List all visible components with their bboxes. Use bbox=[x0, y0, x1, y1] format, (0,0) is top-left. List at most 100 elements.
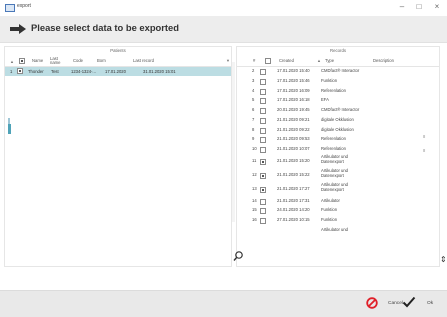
record-type: Artikulator bbox=[321, 197, 340, 203]
arrow-right-icon bbox=[10, 24, 26, 34]
record-created: 21.01.2020 17:31 bbox=[277, 197, 310, 203]
record-number: 2 bbox=[252, 68, 255, 74]
record-row[interactable]: 14 21.01.2020 17:31 Artikulator bbox=[237, 196, 427, 206]
record-row[interactable]: 15 24.01.2020 14:20 Funktion bbox=[237, 206, 427, 216]
records-select-all-checkbox[interactable] bbox=[265, 58, 271, 65]
records-header-row: # Created ▲ Type Description bbox=[237, 55, 439, 67]
record-type: Referenlation bbox=[321, 145, 346, 151]
select-all-checkbox[interactable] bbox=[19, 58, 25, 65]
record-row[interactable]: 5 17.01.2020 16:18 EFA bbox=[237, 96, 427, 106]
column-header-name[interactable]: Name bbox=[32, 58, 43, 63]
record-number: 10 bbox=[252, 145, 257, 151]
record-number: 5 bbox=[252, 97, 255, 103]
sort-asc-icon[interactable]: ▲ bbox=[317, 58, 321, 63]
record-type: CMDfact® Interactor bbox=[321, 107, 360, 113]
record-checkbox[interactable] bbox=[260, 186, 266, 195]
record-number: 7 bbox=[252, 116, 255, 122]
record-type: CMDfact® Interactor bbox=[321, 68, 360, 74]
record-type: Referenlation bbox=[321, 136, 346, 142]
record-checkbox[interactable] bbox=[260, 172, 266, 181]
column-header-created[interactable]: Created bbox=[279, 58, 294, 63]
checkmark-icon[interactable] bbox=[402, 296, 416, 308]
search-icon[interactable] bbox=[233, 251, 243, 262]
column-header-number[interactable]: # bbox=[253, 58, 255, 63]
resize-grip-icon[interactable]: ≡ bbox=[423, 134, 425, 139]
record-created: 27.01.2020 10:15 bbox=[277, 217, 310, 223]
sort-arrow-icon[interactable]: ▲ bbox=[10, 59, 14, 64]
sort-desc-icon[interactable]: ▼ bbox=[226, 58, 230, 63]
patient-code: 1234-1324-... bbox=[71, 69, 96, 74]
record-created: 24.01.2020 14:20 bbox=[277, 207, 310, 213]
record-row[interactable]: Artikulator und bbox=[237, 225, 427, 235]
patient-name: Thonder bbox=[28, 69, 44, 74]
patient-checkbox[interactable] bbox=[17, 68, 23, 75]
record-created: 17.01.2020 15:46 bbox=[277, 78, 310, 84]
ok-button[interactable]: Ok bbox=[427, 301, 433, 306]
record-row[interactable]: 12 21.01.2020 15:22 Artikulator und Datene… bbox=[237, 168, 427, 182]
patient-born: 17.01.2020 bbox=[105, 69, 126, 74]
record-type: Artikulator und Datenexport bbox=[321, 182, 348, 192]
record-number: 15 bbox=[252, 207, 257, 213]
column-header-type[interactable]: Type bbox=[325, 58, 334, 63]
record-type: Artikulator und Datenexport bbox=[321, 154, 348, 164]
record-created: 20.01.2020 19:45 bbox=[277, 107, 310, 113]
records-title: Records bbox=[329, 48, 346, 53]
record-number: 12 bbox=[252, 171, 257, 177]
record-created: 21.01.2020 09:22 bbox=[277, 126, 310, 132]
column-header-last-record[interactable]: Last record bbox=[133, 58, 154, 63]
record-row[interactable]: 3 17.01.2020 15:46 Funktion bbox=[237, 77, 427, 87]
record-created: 21.01.2020 10:07 bbox=[277, 145, 310, 151]
patients-title: Patients bbox=[110, 48, 126, 53]
record-number: 3 bbox=[252, 78, 255, 84]
column-header-code[interactable]: Code bbox=[73, 58, 83, 63]
record-number: 9 bbox=[252, 136, 255, 142]
record-number: 6 bbox=[252, 107, 255, 113]
minimize-button[interactable]: – bbox=[395, 1, 409, 13]
record-created: 21.01.2020 15:22 bbox=[277, 171, 310, 177]
record-checkbox[interactable] bbox=[260, 158, 266, 167]
resize-grip-icon[interactable]: ≡ bbox=[423, 148, 425, 153]
record-row[interactable]: 10 21.01.2020 10:07 Referenlation bbox=[237, 145, 427, 155]
resize-arrows-icon[interactable]: ⇕ bbox=[440, 255, 447, 264]
record-created: 21.01.2020 17:27 bbox=[277, 185, 310, 191]
column-header-last-name[interactable]: Last name bbox=[50, 56, 62, 66]
window-title: export bbox=[17, 3, 31, 9]
record-row[interactable]: 6 20.01.2020 19:45 CMDfact® Interactor bbox=[237, 106, 427, 116]
column-header-description[interactable]: Description bbox=[373, 58, 394, 63]
window-titlebar: export – □ × bbox=[0, 0, 447, 16]
cancel-icon[interactable] bbox=[366, 297, 378, 309]
close-button[interactable]: × bbox=[430, 1, 444, 13]
record-type: Funktion bbox=[321, 78, 338, 84]
record-row[interactable]: 13 21.01.2020 17:27 Artikulator und Datene… bbox=[237, 182, 427, 196]
record-row[interactable]: 9 21.01.2020 09:53 Referenlation bbox=[237, 135, 427, 145]
patient-row[interactable]: 1 Thonder Test 1234-1324-... 17.01.2020 … bbox=[5, 67, 231, 76]
record-type: Artikulator und Datenexport bbox=[321, 168, 348, 178]
records-panel: Records # Created ▲ Type Description 2 17… bbox=[236, 46, 440, 267]
record-row[interactable]: 7 21.01.2020 09:21 digitale Okklusion bbox=[237, 116, 427, 126]
maximize-button[interactable]: □ bbox=[412, 1, 426, 13]
record-created: 21.01.2020 09:53 bbox=[277, 136, 310, 142]
record-row[interactable]: 4 17.01.2020 16:09 Referenlation bbox=[237, 86, 427, 96]
record-type: Funktion bbox=[321, 217, 338, 223]
column-header-born[interactable]: Born bbox=[97, 58, 106, 63]
record-type: EFA bbox=[321, 97, 329, 103]
record-type: digitale Okklusion bbox=[321, 126, 354, 132]
record-row[interactable]: 11 21.01.2020 15:20 Artikulator und Datene… bbox=[237, 154, 427, 168]
record-row[interactable]: 16 27.01.2020 10:15 Funktion bbox=[237, 216, 427, 226]
app-icon bbox=[5, 4, 15, 12]
record-created: 17.01.2020 16:18 bbox=[277, 97, 310, 103]
record-number: 11 bbox=[252, 157, 257, 163]
record-number: 16 bbox=[252, 217, 257, 223]
record-number: 4 bbox=[252, 87, 255, 93]
record-type: digitale Okklusion bbox=[321, 116, 354, 122]
record-created: 21.01.2020 15:20 bbox=[277, 157, 310, 163]
scroll-thumb[interactable] bbox=[8, 124, 11, 134]
record-row[interactable]: 2 17.01.2020 15:40 CMDfact® Interactor bbox=[237, 67, 427, 77]
records-scrollbar[interactable] bbox=[232, 62, 235, 222]
page-header: Please select data to be exported bbox=[0, 16, 447, 43]
record-number: 13 bbox=[252, 185, 257, 191]
record-row[interactable]: 8 21.01.2020 09:22 digitale Okklusion bbox=[237, 125, 427, 135]
footer-bar bbox=[0, 290, 447, 317]
cancel-button[interactable]: Cancel bbox=[388, 301, 403, 306]
record-created: 21.01.2020 09:21 bbox=[277, 116, 310, 122]
